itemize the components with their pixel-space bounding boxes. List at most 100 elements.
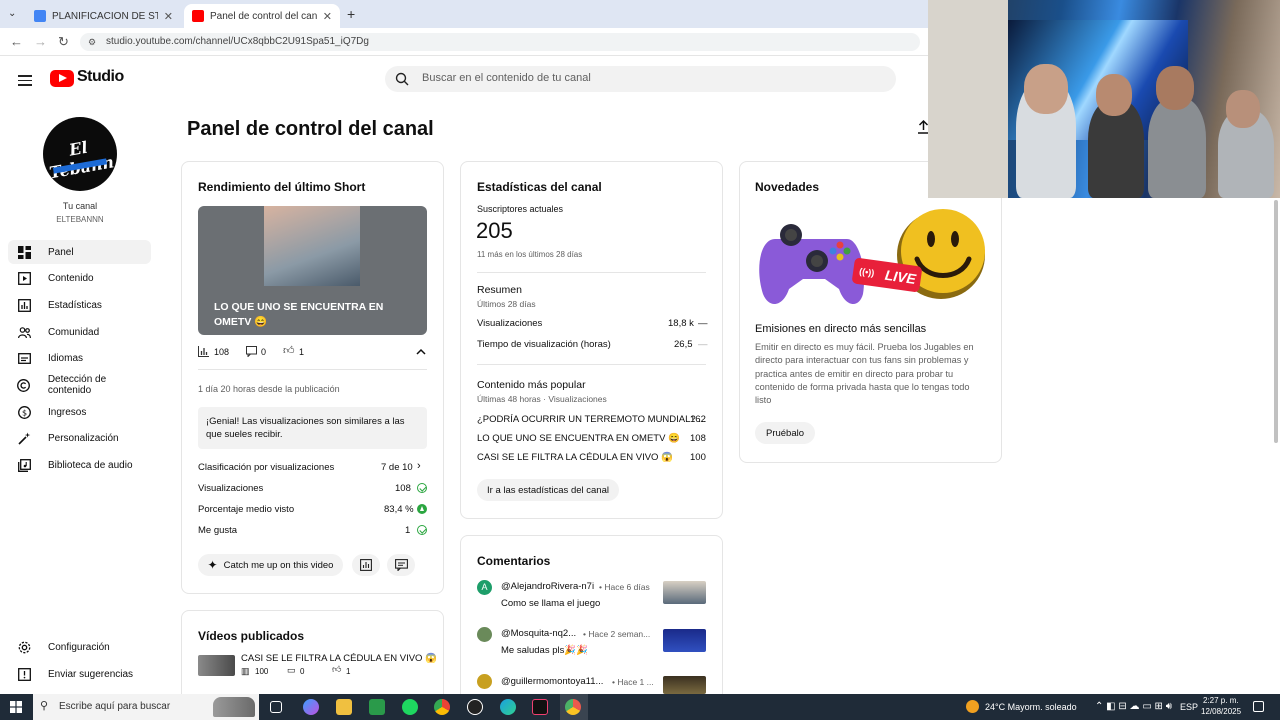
summary-title: Resumen: [477, 284, 522, 296]
short-comments-count: 0: [261, 347, 267, 357]
menu-icon[interactable]: [18, 72, 32, 89]
webcam-person: [1148, 98, 1206, 198]
chevron-right-icon[interactable]: ›: [417, 460, 421, 472]
audio-library-icon: [17, 458, 31, 472]
video-likes: 1: [346, 667, 351, 676]
go-to-analytics-button[interactable]: Ir a las estadísticas del canal: [477, 479, 619, 501]
video-thumbnail[interactable]: [198, 655, 235, 676]
taskbar-search-placeholder: Escribe aquí para buscar: [59, 701, 171, 712]
comment-author[interactable]: @Mosquita-nq2...: [501, 628, 576, 639]
comments-button[interactable]: [387, 554, 415, 576]
comment-author[interactable]: @guillermomontoya11...: [501, 676, 603, 687]
back-icon[interactable]: ←: [10, 34, 23, 49]
copilot-icon[interactable]: [303, 699, 319, 715]
spotify-icon[interactable]: [402, 699, 418, 715]
analytics-button[interactable]: [352, 554, 380, 576]
tab-close-icon[interactable]: ✕: [164, 10, 173, 23]
tab-studio[interactable]: Panel de control del canal - Yo ✕: [184, 4, 340, 28]
new-tab-button[interactable]: +: [347, 6, 355, 22]
sidebar-item-personalizacion[interactable]: Personalización: [8, 426, 151, 450]
sidebar-item-label: Idiomas: [48, 352, 84, 364]
chrome-icon[interactable]: [434, 699, 450, 715]
commenter-avatar[interactable]: [477, 627, 492, 642]
obs-icon[interactable]: [467, 699, 483, 715]
comment-author[interactable]: @AlejandroRivera-n7i: [501, 581, 594, 592]
store-icon[interactable]: [369, 699, 385, 715]
comments-title: Comentarios: [477, 554, 551, 568]
webcam-person: [1156, 66, 1194, 110]
weather-text[interactable]: 24°C Mayorm. soleado: [985, 702, 1077, 712]
tray-icons[interactable]: ⌃ ◧ ⊟ ☁ ▭ ⊞ 🔊︎: [1095, 701, 1172, 712]
url-field[interactable]: ⚙ studio.youtube.com/channel/UCx8qbbC2U9…: [80, 33, 920, 51]
copyright-icon: [17, 378, 31, 392]
sidebar-item-estadisticas[interactable]: Estadísticas: [8, 293, 151, 317]
popular-item-label[interactable]: CASI SE LE FILTRA LA CÉDULA EN VIVO 😱: [477, 452, 673, 463]
reload-icon[interactable]: ↻: [58, 34, 69, 50]
sidebar-item-contenido[interactable]: Contenido: [8, 266, 151, 290]
try-it-button[interactable]: Pruébalo: [755, 422, 815, 444]
collapse-chevron-icon[interactable]: [416, 348, 426, 355]
sidebar-item-label: Biblioteca de audio: [48, 459, 133, 471]
site-info-icon[interactable]: ⚙: [88, 33, 96, 51]
tab-search-icon[interactable]: ⌄: [8, 8, 16, 19]
short-since-published: 1 día 20 horas desde la publicación: [198, 384, 340, 394]
edge-icon[interactable]: [500, 699, 516, 715]
page-scrollbar[interactable]: [1274, 200, 1278, 443]
clock-time[interactable]: 2:27 p. m.: [1203, 696, 1239, 705]
popular-item-label[interactable]: LO QUE UNO SE ENCUENTRA EN OMETV 😄: [477, 433, 680, 444]
tiktok-icon[interactable]: [532, 699, 548, 715]
dashboard-icon: [17, 245, 31, 259]
subscribers-value: 205: [476, 218, 513, 243]
forward-icon[interactable]: →: [34, 34, 47, 49]
notification-icon[interactable]: [1253, 701, 1264, 712]
webcam-room-wall: [928, 0, 1008, 198]
settings-icon: [17, 640, 31, 654]
youtube-logo-icon[interactable]: [50, 70, 74, 87]
sidebar-item-biblioteca-audio[interactable]: Biblioteca de audio: [8, 453, 151, 477]
earn-icon: $: [17, 405, 31, 419]
commenter-avatar[interactable]: [477, 674, 492, 689]
popular-item-label[interactable]: ¿PODRÍA OCURRIR UN TERREMOTO MUNDIAL? ..…: [477, 414, 706, 425]
catch-up-label: Catch me up on this video: [223, 559, 334, 571]
summary-period: Últimos 28 días: [477, 299, 536, 309]
short-avg-viewed-value: 83,4 %: [384, 504, 414, 515]
studio-logo-text[interactable]: Studio: [77, 68, 124, 86]
sidebar-item-deteccion[interactable]: Detección de contenido: [8, 373, 151, 397]
comment-icon: [246, 346, 257, 357]
input-language[interactable]: ESP: [1180, 702, 1198, 712]
short-likes-count: 1: [299, 347, 305, 357]
comment-video-thumbnail[interactable]: [663, 629, 706, 652]
catch-up-button[interactable]: ✦ Catch me up on this video: [198, 554, 343, 576]
video-title[interactable]: CASI SE LE FILTRA LA CÉDULA EN VIVO 😱: [241, 653, 437, 664]
commenter-avatar[interactable]: A: [477, 580, 492, 595]
popular-item-value: 100: [690, 452, 706, 463]
sidebar-item-comunidad[interactable]: Comunidad: [8, 320, 151, 344]
tab-planificacion[interactable]: PLANIFICACION DE STREAMS - ✕: [26, 4, 181, 28]
channel-avatar[interactable]: El Tebann: [43, 117, 117, 191]
task-view-icon[interactable]: [270, 701, 282, 713]
tab-close-icon[interactable]: ✕: [323, 10, 332, 23]
commenter-avatar-letter: A: [481, 582, 488, 592]
short-views-value: 108: [395, 483, 411, 494]
clock-date[interactable]: 12/08/2025: [1201, 707, 1241, 716]
feedback-icon: [17, 667, 31, 681]
file-explorer-icon[interactable]: [336, 699, 352, 715]
content-icon: [17, 271, 31, 285]
customization-icon: [17, 431, 31, 445]
sidebar-item-sugerencias[interactable]: Enviar sugerencias: [8, 662, 151, 686]
subtitles-icon: [17, 351, 31, 365]
sidebar-item-configuracion[interactable]: Configuración: [8, 635, 151, 659]
short-views-label: Visualizaciones: [198, 483, 264, 494]
subscribers-label: Suscriptores actuales: [477, 204, 564, 214]
search-input[interactable]: Buscar en el contenido de tu canal: [385, 66, 896, 92]
comment-video-thumbnail[interactable]: [663, 676, 706, 694]
webcam-person: [1096, 74, 1132, 116]
popular-item-value: 108: [690, 433, 706, 444]
short-thumbnail[interactable]: LO QUE UNO SE ENCUENTRA EN OMETV 😄: [198, 206, 427, 335]
sidebar-item-idiomas[interactable]: Idiomas: [8, 346, 151, 370]
sidebar-item-ingresos[interactable]: $ Ingresos: [8, 400, 151, 424]
windows-start-icon[interactable]: [10, 701, 22, 713]
sidebar-item-panel[interactable]: Panel: [8, 240, 151, 264]
comment-video-thumbnail[interactable]: [663, 581, 706, 604]
taskbar-search-input[interactable]: ⚲ Escribe aquí para buscar: [33, 694, 259, 720]
